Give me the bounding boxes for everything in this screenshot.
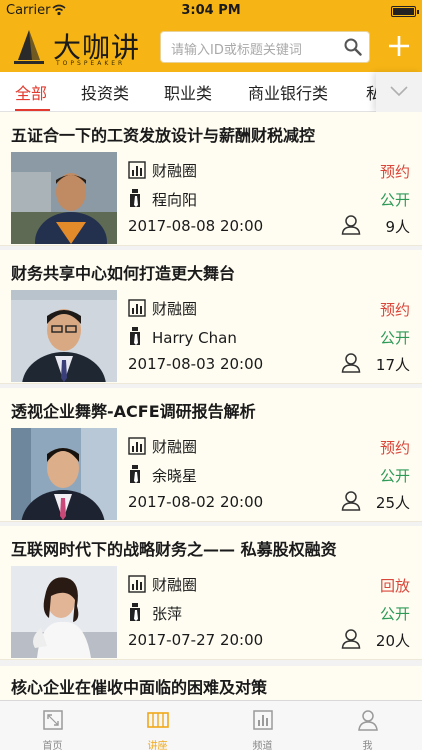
channel-icon	[128, 161, 146, 179]
nav-lecture-label: 讲座	[147, 741, 168, 750]
tabs-more-button[interactable]	[376, 72, 422, 112]
channel-icon	[128, 299, 146, 317]
lecture-title: 核心企业在催收中面临的困难及对策	[11, 678, 268, 697]
channel-row: 财融圈	[128, 298, 197, 319]
lecture-list: 五证合一下的工资发放设计与薪酬财税减控 财融圈 程向阳 2017-08-08 2…	[0, 112, 422, 700]
lecture-datetime: 2017-07-27 20:00	[128, 631, 264, 649]
access-status: 公开	[379, 605, 410, 623]
speaker-name: 程向阳	[152, 191, 198, 209]
channel-icon	[128, 437, 146, 455]
attendee-count: 17人	[375, 356, 410, 374]
person-icon	[341, 215, 361, 235]
attendee-count: 25人	[375, 494, 410, 512]
search-placeholder: 请输入ID或标题关键词	[171, 43, 302, 58]
logo-sail-icon	[14, 30, 44, 64]
speaker-row: 张萍	[128, 602, 182, 624]
replay-status[interactable]: 回放	[380, 575, 410, 596]
reserve-status[interactable]: 预约	[380, 437, 410, 458]
channel-name: 财融圈	[152, 300, 198, 318]
speaker-row: 余晓星	[128, 464, 197, 486]
lecture-card[interactable]: 透视企业舞弊-ACFE调研报告解析 财融圈 余晓星 2017-08-02 20:…	[0, 388, 422, 522]
logo-subtitle: TOPSPEAKER	[56, 60, 126, 67]
app-header: 大咖讲 TOPSPEAKER 请输入ID或标题关键词	[0, 22, 422, 72]
speaker-photo	[11, 566, 117, 658]
nav-home-label: 首页	[42, 741, 63, 750]
search-input[interactable]: 请输入ID或标题关键词	[160, 31, 370, 63]
tab-investment[interactable]: 投资类	[81, 80, 129, 104]
tab-commercial-bank[interactable]: 商业银行类	[248, 80, 328, 104]
profile-icon	[358, 710, 378, 731]
lecture-datetime: 2017-08-02 20:00	[128, 493, 264, 511]
speaker-icon	[130, 465, 140, 483]
battery-icon	[391, 6, 419, 17]
tab-all[interactable]: 全部	[15, 80, 47, 104]
lecture-card[interactable]: 财务共享中心如何打造更大舞台 财融圈 Harry Chan 2017-08-03…	[0, 250, 422, 384]
lecture-datetime: 2017-08-08 20:00	[128, 217, 264, 235]
person-icon	[341, 629, 361, 649]
status-bar: Carrier 3:04 PM	[0, 0, 422, 22]
nav-channel[interactable]: 频道	[210, 701, 315, 750]
speaker-icon	[130, 327, 140, 345]
channel-row: 财融圈	[128, 160, 197, 181]
person-icon	[341, 353, 361, 373]
lecture-card[interactable]: 核心企业在催收中面临的困难及对策	[0, 666, 422, 700]
speaker-icon	[130, 189, 140, 207]
speaker-name: Harry Chan	[152, 329, 237, 347]
reserve-status[interactable]: 预约	[380, 299, 410, 320]
lecture-card[interactable]: 五证合一下的工资发放设计与薪酬财税减控 财融圈 程向阳 2017-08-08 2…	[0, 112, 422, 246]
bottom-tab-bar: 首页 讲座 频道 我	[0, 700, 422, 750]
attendee-count: 9人	[385, 218, 410, 236]
speaker-row: 程向阳	[128, 188, 197, 210]
attendee-count: 20人	[375, 632, 410, 650]
lecture-title: 财务共享中心如何打造更大舞台	[11, 264, 236, 283]
person-icon	[341, 491, 361, 511]
channel-icon	[253, 710, 273, 730]
speaker-photo	[11, 152, 117, 244]
speaker-photo	[11, 428, 117, 520]
chevron-down-icon	[390, 86, 408, 97]
nav-lecture[interactable]: 讲座	[105, 701, 210, 750]
search-icon[interactable]	[344, 38, 362, 56]
speaker-name: 余晓星	[152, 467, 198, 485]
lecture-icon	[147, 712, 169, 728]
add-icon[interactable]	[386, 33, 412, 59]
category-tabs: 全部 投资类 职业类 商业银行类 私	[0, 72, 422, 112]
lecture-title: 五证合一下的工资发放设计与薪酬财税减控	[11, 126, 316, 145]
channel-name: 财融圈	[152, 576, 198, 594]
lecture-card[interactable]: 互联网时代下的战略财务之—— 私募股权融资 财融圈 张萍 2017-07-27 …	[0, 526, 422, 660]
speaker-name: 张萍	[152, 605, 183, 623]
reserve-status[interactable]: 预约	[380, 161, 410, 182]
channel-name: 财融圈	[152, 162, 198, 180]
access-status: 公开	[379, 191, 410, 209]
nav-channel-label: 频道	[252, 741, 273, 750]
nav-home[interactable]: 首页	[0, 701, 105, 750]
speaker-icon	[130, 603, 140, 621]
tab-career[interactable]: 职业类	[164, 80, 212, 104]
lecture-datetime: 2017-08-03 20:00	[128, 355, 264, 373]
home-icon	[43, 710, 63, 730]
lecture-title: 透视企业舞弊-ACFE调研报告解析	[11, 402, 256, 421]
channel-icon	[128, 575, 146, 593]
nav-profile-label: 我	[362, 741, 373, 750]
speaker-photo	[11, 290, 117, 382]
access-status: 公开	[379, 329, 410, 347]
access-status: 公开	[379, 467, 410, 485]
channel-row: 财融圈	[128, 436, 197, 457]
clock: 3:04 PM	[181, 3, 241, 18]
speaker-row: Harry Chan	[128, 326, 237, 347]
channel-name: 财融圈	[152, 438, 198, 456]
channel-row: 财融圈	[128, 574, 197, 595]
nav-profile[interactable]: 我	[315, 701, 420, 750]
lecture-title: 互联网时代下的战略财务之—— 私募股权融资	[11, 540, 337, 559]
